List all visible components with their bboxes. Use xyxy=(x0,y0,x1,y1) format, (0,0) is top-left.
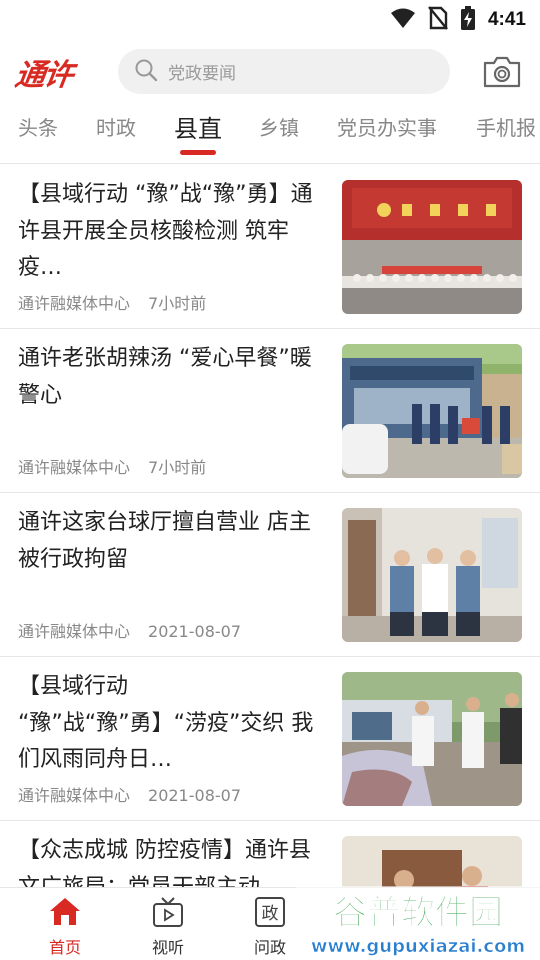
search-icon xyxy=(134,58,158,86)
news-title: 【众志成城 防控疫情】通许县文广旅局：党员干部主动… xyxy=(18,838,311,887)
news-list: 【县域行动 “豫”战“豫”勇】通许县开展全员核酸检测 筑牢疫… 通许融媒体中心 7… xyxy=(0,165,540,887)
news-thumbnail xyxy=(342,672,522,806)
news-title: 【县域行动 “豫”战“豫”勇】“涝疫”交织 我们风雨同舟日… xyxy=(18,674,314,772)
news-meta: 通许融媒体中心 7小时前 xyxy=(18,454,206,478)
camera-button[interactable] xyxy=(482,54,522,90)
news-title: 通许老张胡辣汤 “爱心早餐”暖警心 xyxy=(18,346,312,408)
tab-county[interactable]: 县直 xyxy=(174,109,222,144)
nav-video[interactable]: 视听 xyxy=(133,896,203,958)
news-source: 通许融媒体中心 xyxy=(18,458,131,477)
zheng-icon: 政 xyxy=(253,897,287,932)
header: 通许 党政要闻 xyxy=(0,44,540,100)
home-icon xyxy=(48,898,82,932)
nav-home-label: 首页 xyxy=(48,938,81,957)
watermark-brand: 谷普软件园 xyxy=(333,893,503,933)
news-time: 2021-08-07 xyxy=(148,786,241,805)
news-item[interactable]: 【县域行动 “豫”战“豫”勇】“涝疫”交织 我们风雨同舟日… 通许融媒体中心 20… xyxy=(0,657,540,821)
news-meta: 通许融媒体中心 7小时前 xyxy=(18,290,206,314)
status-time: 4:41 xyxy=(487,9,526,30)
news-item[interactable]: 通许老张胡辣汤 “爱心早餐”暖警心 通许融媒体中心 7小时前 xyxy=(0,329,540,493)
battery-charging-icon xyxy=(460,6,476,34)
news-source: 通许融媒体中心 xyxy=(18,786,131,805)
news-time: 7小时前 xyxy=(148,294,207,313)
news-thumbnail xyxy=(342,344,522,478)
news-thumbnail xyxy=(342,180,522,314)
news-title: 通许这家台球厅擅自营业 店主被行政拘留 xyxy=(18,510,311,572)
camera-icon xyxy=(482,56,522,94)
watermark-url: www.gupuxiazai.com xyxy=(311,936,525,957)
news-thumbnail xyxy=(342,508,522,642)
tab-politics[interactable]: 时政 xyxy=(96,112,136,141)
search-placeholder: 党政要闻 xyxy=(168,64,236,84)
news-time: 7小时前 xyxy=(148,458,207,477)
no-sim-icon xyxy=(428,6,448,34)
channel-tabs: 头条 时政 县直 乡镇 党员办实事 手机报 xyxy=(0,104,540,164)
tab-mobile-paper[interactable]: 手机报 xyxy=(476,112,536,141)
nav-home[interactable]: 首页 xyxy=(30,896,100,958)
watermark: 谷普软件园 www.gupuxiazai.com xyxy=(296,878,540,960)
tab-towns[interactable]: 乡镇 xyxy=(259,112,299,141)
tab-party-service[interactable]: 党员办实事 xyxy=(337,112,437,141)
nav-video-label: 视听 xyxy=(151,938,184,957)
svg-text:政: 政 xyxy=(262,904,279,924)
news-time: 2021-08-07 xyxy=(148,622,241,641)
search-input[interactable]: 党政要闻 xyxy=(118,49,450,94)
news-meta: 通许融媒体中心 2021-08-07 xyxy=(18,618,241,642)
status-bar: 4:41 xyxy=(0,0,540,38)
news-source: 通许融媒体中心 xyxy=(18,622,131,641)
news-source: 通许融媒体中心 xyxy=(18,294,131,313)
wifi-icon xyxy=(390,7,416,33)
tv-icon xyxy=(151,897,185,932)
news-item[interactable]: 通许这家台球厅擅自营业 店主被行政拘留 通许融媒体中心 2021-08-07 xyxy=(0,493,540,657)
news-item[interactable]: 【县域行动 “豫”战“豫”勇】通许县开展全员核酸检测 筑牢疫… 通许融媒体中心 7… xyxy=(0,165,540,329)
news-meta: 通许融媒体中心 2021-08-07 xyxy=(18,782,241,806)
tab-active-indicator xyxy=(180,150,216,155)
news-title: 【县域行动 “豫”战“豫”勇】通许县开展全员核酸检测 筑牢疫… xyxy=(18,182,313,280)
nav-inquiry-label: 问政 xyxy=(253,938,286,957)
tab-headlines[interactable]: 头条 xyxy=(18,112,58,141)
app-logo[interactable]: 通许 xyxy=(13,50,99,93)
nav-inquiry[interactable]: 政 问政 xyxy=(235,896,305,958)
